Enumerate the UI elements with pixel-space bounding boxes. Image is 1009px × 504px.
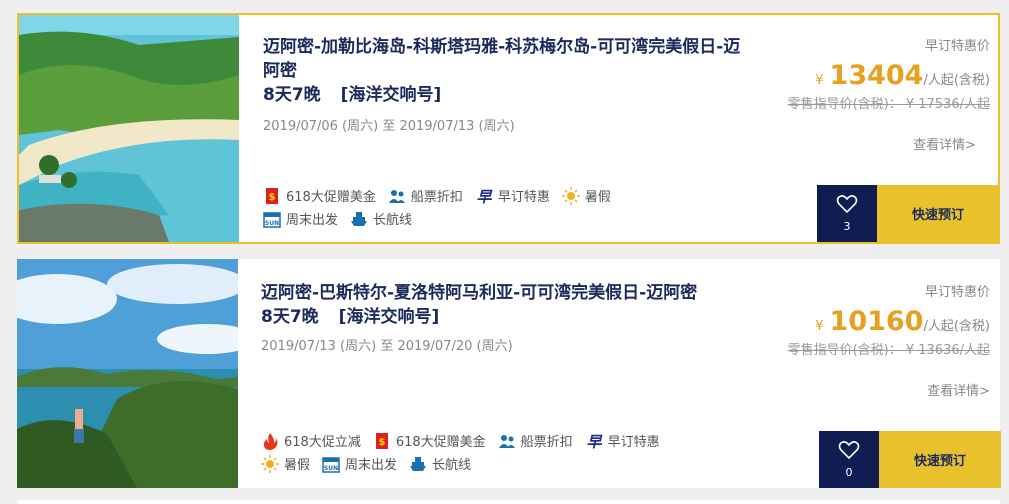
tag-long: 长航线: [409, 454, 471, 473]
duration: 8天7晚: [261, 307, 319, 327]
svg-text:SUN: SUN: [265, 220, 279, 227]
cruise-card-partial: [17, 500, 1000, 504]
tag-gift: $ 618大促赠美金: [263, 186, 376, 205]
svg-text:早: 早: [476, 188, 493, 205]
price-box: 早订特惠价 ¥10160/人起(含税) 零售指导价(含税)： ¥ 13636/人…: [788, 281, 990, 358]
duration-ship: 8天7晚 [海洋交响号]: [263, 83, 743, 107]
sun-icon: [561, 186, 580, 205]
ship-icon: [350, 210, 368, 228]
price-box: 早订特惠价 ¥13404/人起(含税) 零售指导价(含税)： ¥ 17536/人…: [788, 35, 990, 112]
tag-weekend: SUN 周末出发: [322, 454, 397, 473]
tag-summer: 暑假: [561, 186, 611, 205]
price: ¥10160/人起(含税): [815, 306, 990, 337]
red-envelope-icon: $: [263, 187, 281, 205]
tag-early: 早 早订特惠: [475, 187, 550, 206]
favorite-button[interactable]: 0: [819, 431, 879, 488]
ship-icon: [409, 455, 427, 473]
svg-text:SUN: SUN: [324, 465, 338, 472]
route-text[interactable]: 迈阿密-加勒比海岛-科斯塔玛雅-科苏梅尔岛-可可湾完美假日-迈阿密: [263, 35, 743, 83]
sail-dates: 2019/07/13 (周六) 至 2019/07/20 (周六): [261, 339, 513, 354]
price-value: 10160: [829, 306, 924, 337]
tag-discount: 船票折扣: [498, 431, 573, 450]
calendar-sun-icon: SUN: [263, 210, 281, 228]
cruise-photo[interactable]: [17, 259, 238, 488]
cruise-title[interactable]: 迈阿密-加勒比海岛-科斯塔玛雅-科苏梅尔岛-可可湾完美假日-迈阿密 8天7晚 [海…: [263, 35, 743, 107]
svg-text:$: $: [269, 192, 276, 203]
price: ¥13404/人起(含税): [815, 60, 990, 91]
cruise-photo[interactable]: [19, 15, 239, 242]
duration: 8天7晚: [263, 85, 321, 105]
svg-text:早: 早: [586, 433, 603, 450]
tag-discount: 船票折扣: [388, 186, 463, 205]
cruise-card[interactable]: 迈阿密-加勒比海岛-科斯塔玛雅-科苏梅尔岛-可可湾完美假日-迈阿密 8天7晚 [海…: [17, 13, 1000, 244]
favorite-count: 3: [843, 220, 851, 233]
tag-long: 长航线: [350, 209, 412, 228]
favorite-count: 0: [845, 466, 853, 479]
tag-summer: 暑假: [261, 454, 310, 473]
details-link[interactable]: 查看详情>: [927, 380, 990, 399]
route-text[interactable]: 迈阿密-巴斯特尔-夏洛特阿马利亚-可可湾完美假日-迈阿密: [261, 281, 761, 305]
quick-book-button[interactable]: 快速预订: [877, 185, 999, 242]
sail-dates: 2019/07/06 (周六) 至 2019/07/13 (周六): [263, 119, 515, 134]
cruise-title[interactable]: 迈阿密-巴斯特尔-夏洛特阿马利亚-可可湾完美假日-迈阿密 8天7晚 [海洋交响号]: [261, 281, 761, 329]
tag-weekend: SUN 周末出发: [263, 209, 338, 228]
heart-icon: [819, 440, 879, 464]
cruise-card[interactable]: 迈阿密-巴斯特尔-夏洛特阿马利亚-可可湾完美假日-迈阿密 8天7晚 [海洋交响号]…: [17, 259, 1001, 488]
early-icon: 早: [585, 432, 603, 451]
svg-text:$: $: [378, 437, 385, 448]
people-icon: [498, 432, 516, 450]
favorite-button[interactable]: 3: [817, 185, 877, 242]
tag-gift: $ 618大促赠美金: [373, 431, 486, 450]
details-link[interactable]: 查看详情>: [913, 134, 976, 153]
people-icon: [388, 187, 406, 205]
sun-icon: [261, 454, 279, 473]
tag-list: 618大促立减 $ 618大促赠美金 船票折扣 早 早订特惠 暑假 SUN 周末…: [261, 429, 672, 475]
quick-book-button[interactable]: 快速预订: [879, 431, 1001, 488]
ship-name: [海洋交响号]: [338, 307, 440, 327]
tag-list: $ 618大促赠美金 船票折扣 早 早订特惠 暑假 SUN 周末出发 长航线: [263, 184, 623, 230]
heart-icon: [817, 194, 877, 218]
price-value: 13404: [829, 60, 924, 91]
red-envelope-icon: $: [373, 432, 391, 450]
price-label: 早订特惠价: [924, 285, 990, 300]
duration-ship: 8天7晚 [海洋交响号]: [261, 305, 761, 329]
ship-name: [海洋交响号]: [340, 85, 442, 105]
early-icon: 早: [475, 187, 493, 206]
tag-flash: 618大促立减: [261, 431, 361, 450]
calendar-sun-icon: SUN: [322, 455, 340, 473]
fire-icon: [261, 432, 279, 450]
tag-early: 早 早订特惠: [585, 432, 660, 451]
price-label: 早订特惠价: [924, 39, 990, 54]
original-price: 零售指导价(含税)： ¥ 17536/人起: [787, 97, 990, 112]
original-price: 零售指导价(含税)： ¥ 13636/人起: [787, 343, 990, 358]
